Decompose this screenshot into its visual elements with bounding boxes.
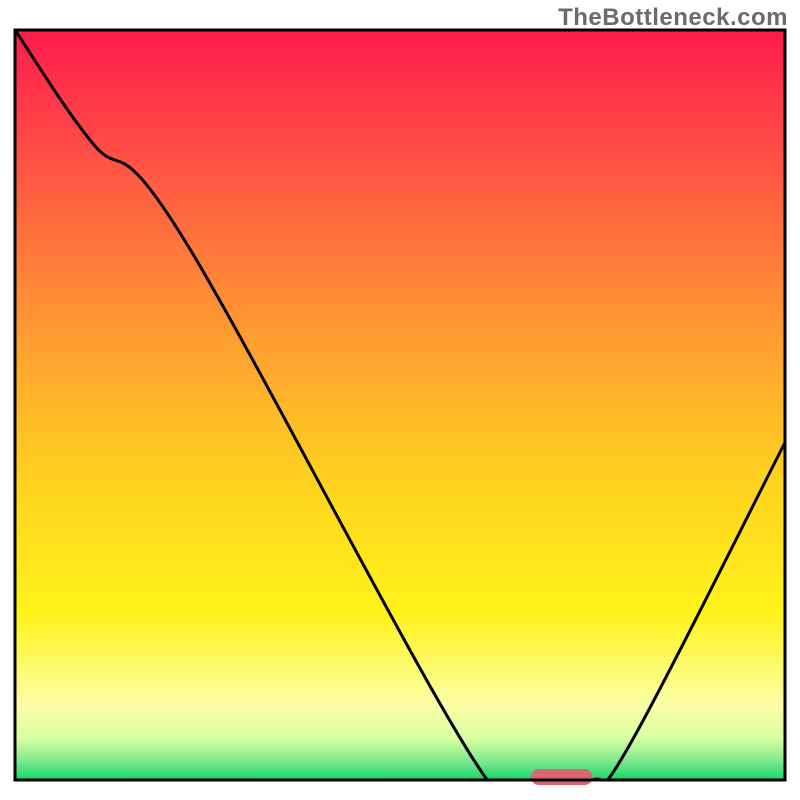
optimal-marker — [531, 769, 593, 785]
chart-frame: TheBottleneck.com — [0, 0, 800, 800]
attribution-watermark: TheBottleneck.com — [558, 4, 788, 32]
bottleneck-chart — [0, 0, 800, 800]
